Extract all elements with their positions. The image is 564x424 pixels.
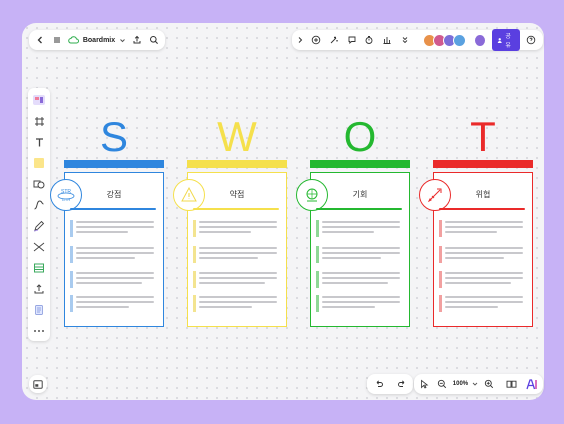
add-icon[interactable]: [309, 32, 324, 48]
search-icon[interactable]: [148, 32, 161, 48]
swot-list-item[interactable]: [439, 220, 525, 238]
swot-title-underline: [193, 208, 279, 210]
chevron-right-icon[interactable]: [295, 32, 306, 48]
help-icon[interactable]: [523, 32, 538, 48]
swot-header-bar: [310, 160, 410, 168]
swot-list-item[interactable]: [316, 246, 402, 264]
chevron-down-icon[interactable]: [119, 32, 126, 48]
top-left-toolbar: Boardmix: [29, 30, 165, 50]
cloud-icon: [68, 36, 79, 44]
cursor-icon[interactable]: [417, 376, 431, 392]
board-name[interactable]: Boardmix: [83, 37, 115, 44]
swot-letter: O: [343, 113, 377, 160]
swot-list-item[interactable]: [439, 246, 525, 264]
menu-icon[interactable]: [50, 32, 63, 48]
more-chevrons-icon[interactable]: [397, 32, 412, 48]
share-button[interactable]: 공유: [492, 29, 521, 51]
comment-icon[interactable]: [344, 32, 359, 48]
connector-icon[interactable]: [31, 197, 47, 213]
redo-icon[interactable]: [394, 376, 410, 392]
undo-redo-bar: [367, 374, 413, 394]
document-icon[interactable]: [31, 302, 47, 318]
minimap-button[interactable]: [29, 375, 47, 393]
swot-letter: S: [99, 113, 128, 160]
top-right-toolbar: 공유: [292, 29, 543, 51]
shapes-icon[interactable]: [31, 176, 47, 192]
swot-list-item[interactable]: [193, 271, 279, 289]
swot-list-item[interactable]: [316, 295, 402, 313]
swot-list-item[interactable]: [193, 295, 279, 313]
template-icon[interactable]: [31, 92, 47, 108]
pen-icon[interactable]: [31, 218, 47, 234]
back-icon[interactable]: [33, 32, 46, 48]
swot-card-title: 약점: [229, 190, 245, 199]
swot-list-item[interactable]: [70, 220, 156, 238]
frame-icon[interactable]: [31, 113, 47, 129]
swot-list-item[interactable]: [193, 220, 279, 238]
avatar: [452, 33, 466, 47]
zoom-level[interactable]: 100%: [453, 381, 468, 387]
mindmap-icon[interactable]: [31, 239, 47, 255]
left-toolbar: [28, 88, 50, 341]
swot-title-underline: [439, 208, 525, 210]
swot-list-item[interactable]: [70, 246, 156, 264]
zoom-bar: 100%: [414, 374, 543, 394]
sticky-note-icon[interactable]: [31, 155, 47, 171]
zoom-out-icon[interactable]: [435, 376, 449, 392]
zoom-in-icon[interactable]: [482, 376, 496, 392]
swot-header-bar: [64, 160, 164, 168]
share-person-icon: [497, 37, 502, 43]
more-tools-icon[interactable]: [31, 323, 47, 339]
user-avatar[interactable]: [474, 34, 485, 46]
swot-list-item[interactable]: [70, 271, 156, 289]
book-view-icon[interactable]: [504, 376, 518, 392]
swot-letter: T: [470, 113, 496, 160]
ai-assistant-icon[interactable]: [526, 376, 540, 392]
swot-list-item[interactable]: [316, 271, 402, 289]
swot-card-title: 강점: [106, 190, 122, 199]
vote-icon[interactable]: [380, 32, 395, 48]
collaborator-avatars[interactable]: [422, 33, 466, 47]
zoom-chevron-icon[interactable]: [472, 376, 478, 392]
swot-list-item[interactable]: [193, 246, 279, 264]
swot-title-underline: [316, 208, 402, 210]
swot-list-item[interactable]: [439, 271, 525, 289]
export-icon[interactable]: [130, 32, 143, 48]
table-icon[interactable]: [31, 260, 47, 276]
minimap-icon: [33, 379, 43, 389]
swot-list-item[interactable]: [439, 295, 525, 313]
text-icon[interactable]: [31, 134, 47, 150]
swot-list-item[interactable]: [316, 220, 402, 238]
upload-icon[interactable]: [31, 281, 47, 297]
timer-icon[interactable]: [362, 32, 377, 48]
share-label: 공유: [505, 34, 511, 49]
swot-header-bar: [433, 160, 533, 168]
swot-header-bar: [187, 160, 287, 168]
swot-card-title: 기회: [352, 190, 368, 199]
ai-magic-icon[interactable]: [327, 32, 342, 48]
undo-icon[interactable]: [371, 376, 387, 392]
swot-title-underline: [70, 208, 156, 210]
swot-card-title: 위협: [475, 190, 491, 199]
swot-list-item[interactable]: [70, 295, 156, 313]
swot-letter: W: [217, 113, 257, 160]
